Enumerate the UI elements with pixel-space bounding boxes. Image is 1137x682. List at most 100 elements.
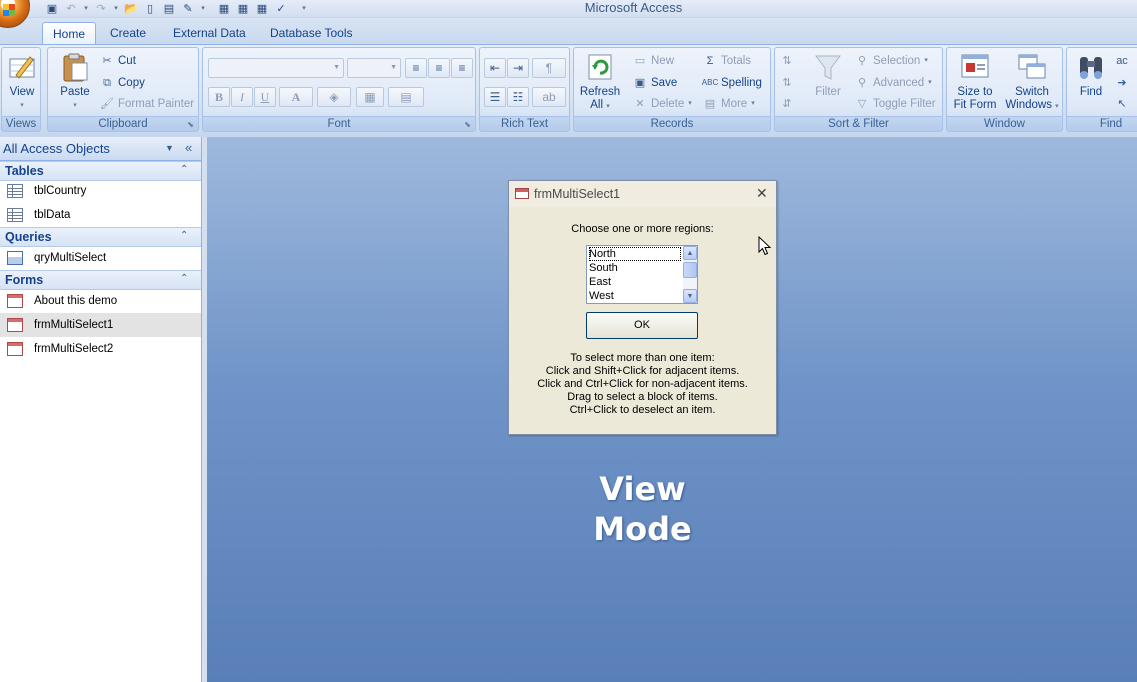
totals-label: Totals (721, 55, 752, 67)
align-right-button[interactable]: ≡ (451, 58, 473, 78)
font-color-button[interactable]: A (279, 87, 313, 107)
tab-home[interactable]: Home (42, 22, 97, 45)
paste-button[interactable]: Paste ▾ (54, 51, 96, 112)
nav-group-queries[interactable]: Queries ⌃ (0, 227, 201, 247)
numbering-button[interactable]: ☰ (484, 87, 506, 107)
spelling-button[interactable]: ABC Spelling (702, 73, 762, 93)
filter-button[interactable]: Filter (808, 51, 848, 99)
list-item[interactable]: West (589, 289, 681, 303)
title-bar: ▣ ↶ ▾ ↷ ▾ 📂 ▯ ▤ ✎ ▾ ▦ ▦ ▦ ✓ ▾ Microsoft … (0, 0, 1137, 28)
dialog-title-bar[interactable]: frmMultiSelect1 ✕ (509, 181, 776, 207)
align-right-icon: ≡ (458, 61, 466, 75)
listbox-scrollbar[interactable]: ▲ ▼ (683, 246, 697, 303)
scroll-thumb[interactable] (683, 262, 697, 278)
delete-record-label: Delete (651, 98, 685, 110)
fill-color-button[interactable]: ◈ (317, 87, 351, 107)
refresh-icon (588, 54, 612, 80)
bullets-button[interactable]: ☷ (507, 87, 529, 107)
advanced-label: Advanced (873, 77, 925, 89)
list-item[interactable]: North (589, 247, 681, 261)
clear-sort-button[interactable]: ⇵ (780, 94, 794, 114)
more-button[interactable]: ▤ More ▾ (703, 94, 755, 114)
new-record-button[interactable]: ▭ New (633, 51, 674, 71)
advanced-button[interactable]: ⚲ Advanced ▾ (855, 73, 932, 93)
view-dropdown-icon: ▾ (20, 102, 24, 109)
nav-item-frmmultiselect1[interactable]: frmMultiSelect1 (0, 313, 201, 337)
nav-item-about-this-demo[interactable]: About this demo (0, 289, 201, 313)
nav-group-tables[interactable]: Tables ⌃ (0, 161, 201, 181)
increase-indent-button[interactable]: ⇥ (507, 58, 529, 78)
clipboard-launcher-icon[interactable]: ⬊ (186, 120, 195, 129)
increase-indent-icon: ⇥ (512, 61, 524, 75)
clipboard-group-label: Clipboard (48, 116, 198, 131)
cut-button[interactable]: ✂ Cut (100, 51, 136, 71)
highlight-button[interactable]: ab (532, 87, 566, 107)
nav-item-tbldata[interactable]: tblData (0, 203, 201, 227)
highlight-icon: ab (542, 90, 556, 104)
nav-group-forms[interactable]: Forms ⌃ (0, 270, 201, 290)
shutter-bar-collapse-icon[interactable]: « (185, 140, 192, 155)
sort-ascending-button[interactable]: ⇅ (780, 51, 794, 71)
paragraph-direction-button[interactable]: ¶ (532, 58, 566, 78)
switch-windows-label-2: Windows (1005, 99, 1052, 111)
selection-button[interactable]: ⚲ Selection ▾ (855, 51, 928, 71)
nav-item-frmmultiselect2[interactable]: frmMultiSelect2 (0, 337, 201, 361)
italic-button[interactable]: I (231, 87, 253, 107)
copy-button[interactable]: ⧉ Copy (100, 73, 145, 93)
underline-button[interactable]: U (254, 87, 276, 107)
refresh-button[interactable]: Refresh All ▾ (578, 51, 622, 113)
bold-button[interactable]: B (208, 87, 230, 107)
more-dropdown-icon: ▾ (751, 100, 755, 107)
selection-icon: ⚲ (857, 55, 867, 67)
align-center-button[interactable]: ≡ (428, 58, 450, 78)
nav-item-label: qryMultiSelect (34, 252, 107, 264)
find-label: Find (1079, 86, 1103, 98)
nav-header[interactable]: All Access Objects ▼ « (0, 137, 201, 161)
tab-database-tools[interactable]: Database Tools (260, 22, 363, 44)
sort-descending-button[interactable]: ⇅ (780, 73, 794, 93)
save-record-label: Save (651, 77, 678, 89)
size-to-fit-label: Size to (957, 86, 993, 98)
format-painter-button[interactable]: 🖌 Format Painter (100, 94, 194, 114)
size-to-fit-button[interactable]: Size to Fit Form (950, 51, 1000, 112)
delete-record-button[interactable]: ✕ Delete ▾ (633, 94, 691, 114)
nav-menu-dropdown-icon[interactable]: ▼ (165, 143, 174, 153)
nav-group-label: Queries (5, 230, 52, 244)
select-button[interactable]: ↖ (1115, 94, 1129, 114)
font-size-box[interactable]: ▼ (347, 58, 401, 78)
view-button[interactable]: View ▾ (3, 51, 41, 112)
switch-windows-button[interactable]: Switch Windows ▾ (1004, 51, 1060, 113)
query-icon (7, 251, 23, 265)
scroll-up-icon[interactable]: ▲ (683, 246, 697, 260)
nav-group-label: Tables (5, 164, 44, 178)
replace-button[interactable]: ac (1115, 51, 1129, 71)
decrease-indent-button[interactable]: ⇤ (484, 58, 506, 78)
view-mode-watermark-line1: View (599, 470, 686, 508)
ribbon: View ▾ Views Paste ▾ ✂ Cut ⧉ Copy 🖌 Form… (0, 44, 1137, 133)
alternate-fill-button[interactable]: ▤ (388, 87, 424, 107)
more-icon: ▤ (704, 98, 716, 110)
font-name-box[interactable]: ▼ (208, 58, 344, 78)
tab-create[interactable]: Create (100, 22, 156, 44)
alternate-fill-icon: ▤ (400, 90, 412, 104)
new-record-label: New (651, 55, 675, 67)
totals-button[interactable]: Σ Totals (703, 51, 751, 71)
find-button[interactable]: Find (1071, 51, 1111, 99)
ok-button[interactable]: OK (586, 312, 698, 339)
save-record-button[interactable]: ▣ Save (633, 73, 677, 93)
nav-item-tblcountry[interactable]: tblCountry (0, 179, 201, 203)
tab-external-data[interactable]: External Data (163, 22, 256, 44)
goto-button[interactable]: ➜ (1115, 73, 1129, 93)
gridlines-button[interactable]: ▦ (356, 87, 384, 107)
font-launcher-icon[interactable]: ⬊ (463, 120, 472, 129)
align-left-button[interactable]: ≡ (405, 58, 427, 78)
window-group: Size to Fit Form Switch Windows ▾ Window (946, 47, 1063, 132)
region-listbox[interactable]: North South East West ▲ ▼ (586, 245, 698, 304)
close-icon[interactable]: ✕ (756, 185, 768, 202)
toggle-filter-button[interactable]: ▽ Toggle Filter (855, 94, 936, 114)
nav-item-qrymultiselect[interactable]: qryMultiSelect (0, 246, 201, 270)
scroll-down-icon[interactable]: ▼ (683, 289, 697, 303)
list-item[interactable]: South (589, 261, 681, 275)
gridlines-icon: ▦ (364, 90, 376, 104)
list-item[interactable]: East (589, 275, 681, 289)
